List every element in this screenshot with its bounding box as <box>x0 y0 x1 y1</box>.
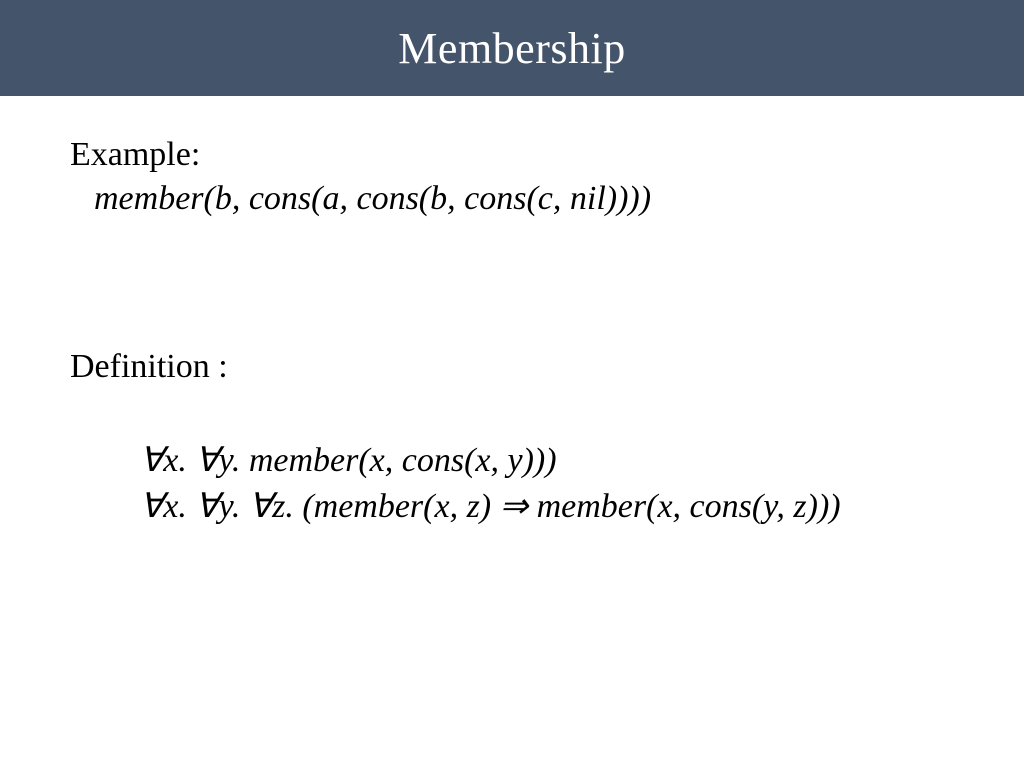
definition-label: Definition : <box>70 348 964 386</box>
title-bar: Membership <box>0 0 1024 96</box>
example-label: Example: <box>70 136 964 174</box>
definition-line-2: ∀x. ∀y. ∀z. (member(x, z) ⇒ member(x, co… <box>140 484 964 530</box>
definition-line-1: ∀x. ∀y. member(x, cons(x, y))) <box>140 438 964 484</box>
example-expression: member(b, cons(a, cons(b, cons(c, nil)))… <box>94 180 964 218</box>
slide-content: Example: member(b, cons(a, cons(b, cons(… <box>70 120 964 530</box>
definition-lines: ∀x. ∀y. member(x, cons(x, y))) ∀x. ∀y. ∀… <box>140 438 964 530</box>
slide: Membership Example: member(b, cons(a, co… <box>0 0 1024 768</box>
slide-title: Membership <box>398 23 625 74</box>
